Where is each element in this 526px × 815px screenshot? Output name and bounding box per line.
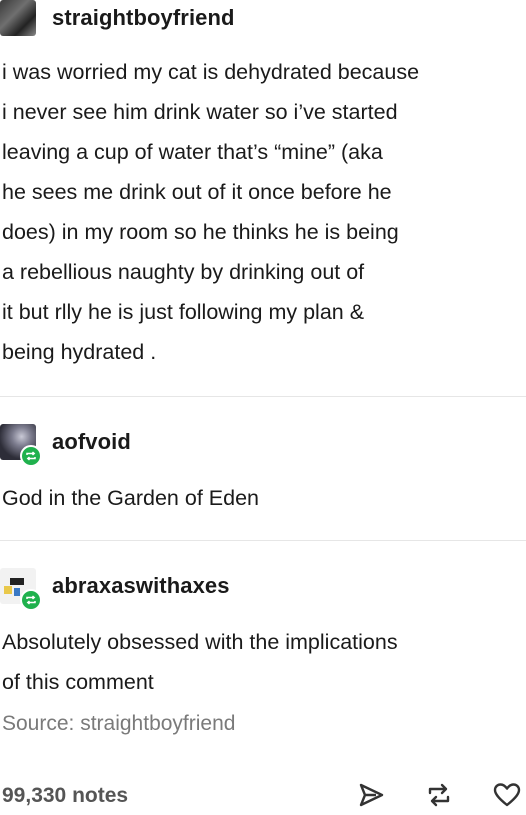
op-line: i never see him drink water so i’ve star…: [2, 100, 398, 124]
reblog-badge-icon: [20, 589, 42, 611]
reblog-2-line: Absolutely obsessed with the implication…: [2, 630, 398, 654]
like-icon[interactable]: [492, 780, 522, 810]
op-header: straightboyfriend: [0, 0, 235, 36]
op-post-body: i was worried my cat is dehydrated becau…: [2, 52, 419, 372]
reblog-2-line: of this comment: [2, 670, 154, 694]
op-line: being hydrated .: [2, 340, 157, 364]
source-link[interactable]: Source: straightboyfriend: [2, 712, 235, 736]
post-footer: 99,330 notes: [0, 778, 526, 812]
reblog-1-line: God in the Garden of Eden: [2, 486, 259, 510]
reblog-2-header: abraxaswithaxes: [0, 568, 230, 611]
reblog-1-body: God in the Garden of Eden: [2, 478, 259, 518]
op-username[interactable]: straightboyfriend: [52, 5, 235, 31]
reblog-2-avatar[interactable]: [0, 568, 42, 611]
op-line: it but rlly he is just following my plan…: [2, 300, 365, 324]
reblog-icon[interactable]: [424, 780, 454, 810]
reblog-badge-icon: [20, 445, 42, 467]
share-icon[interactable]: [356, 780, 386, 810]
op-line: he sees me drink out of it once before h…: [2, 180, 392, 204]
op-line: leaving a cup of water that’s “mine” (ak…: [2, 140, 383, 164]
op-line: a rebellious naughty by drinking out of: [2, 260, 365, 284]
reblog-2-body: Absolutely obsessed with the implication…: [2, 622, 398, 702]
op-line: i was worried my cat is dehydrated becau…: [2, 60, 420, 84]
notes-count[interactable]: 99,330 notes: [2, 784, 128, 808]
op-line: does) in my room so he thinks he is bein…: [2, 220, 399, 244]
reblog-1-username[interactable]: aofvoid: [52, 429, 131, 455]
divider: [0, 396, 526, 397]
reblog-1-avatar[interactable]: [0, 424, 42, 467]
reblog-2-username[interactable]: abraxaswithaxes: [52, 573, 230, 599]
op-avatar[interactable]: [0, 0, 36, 36]
divider: [0, 540, 526, 541]
reblog-1-header: aofvoid: [0, 424, 131, 467]
